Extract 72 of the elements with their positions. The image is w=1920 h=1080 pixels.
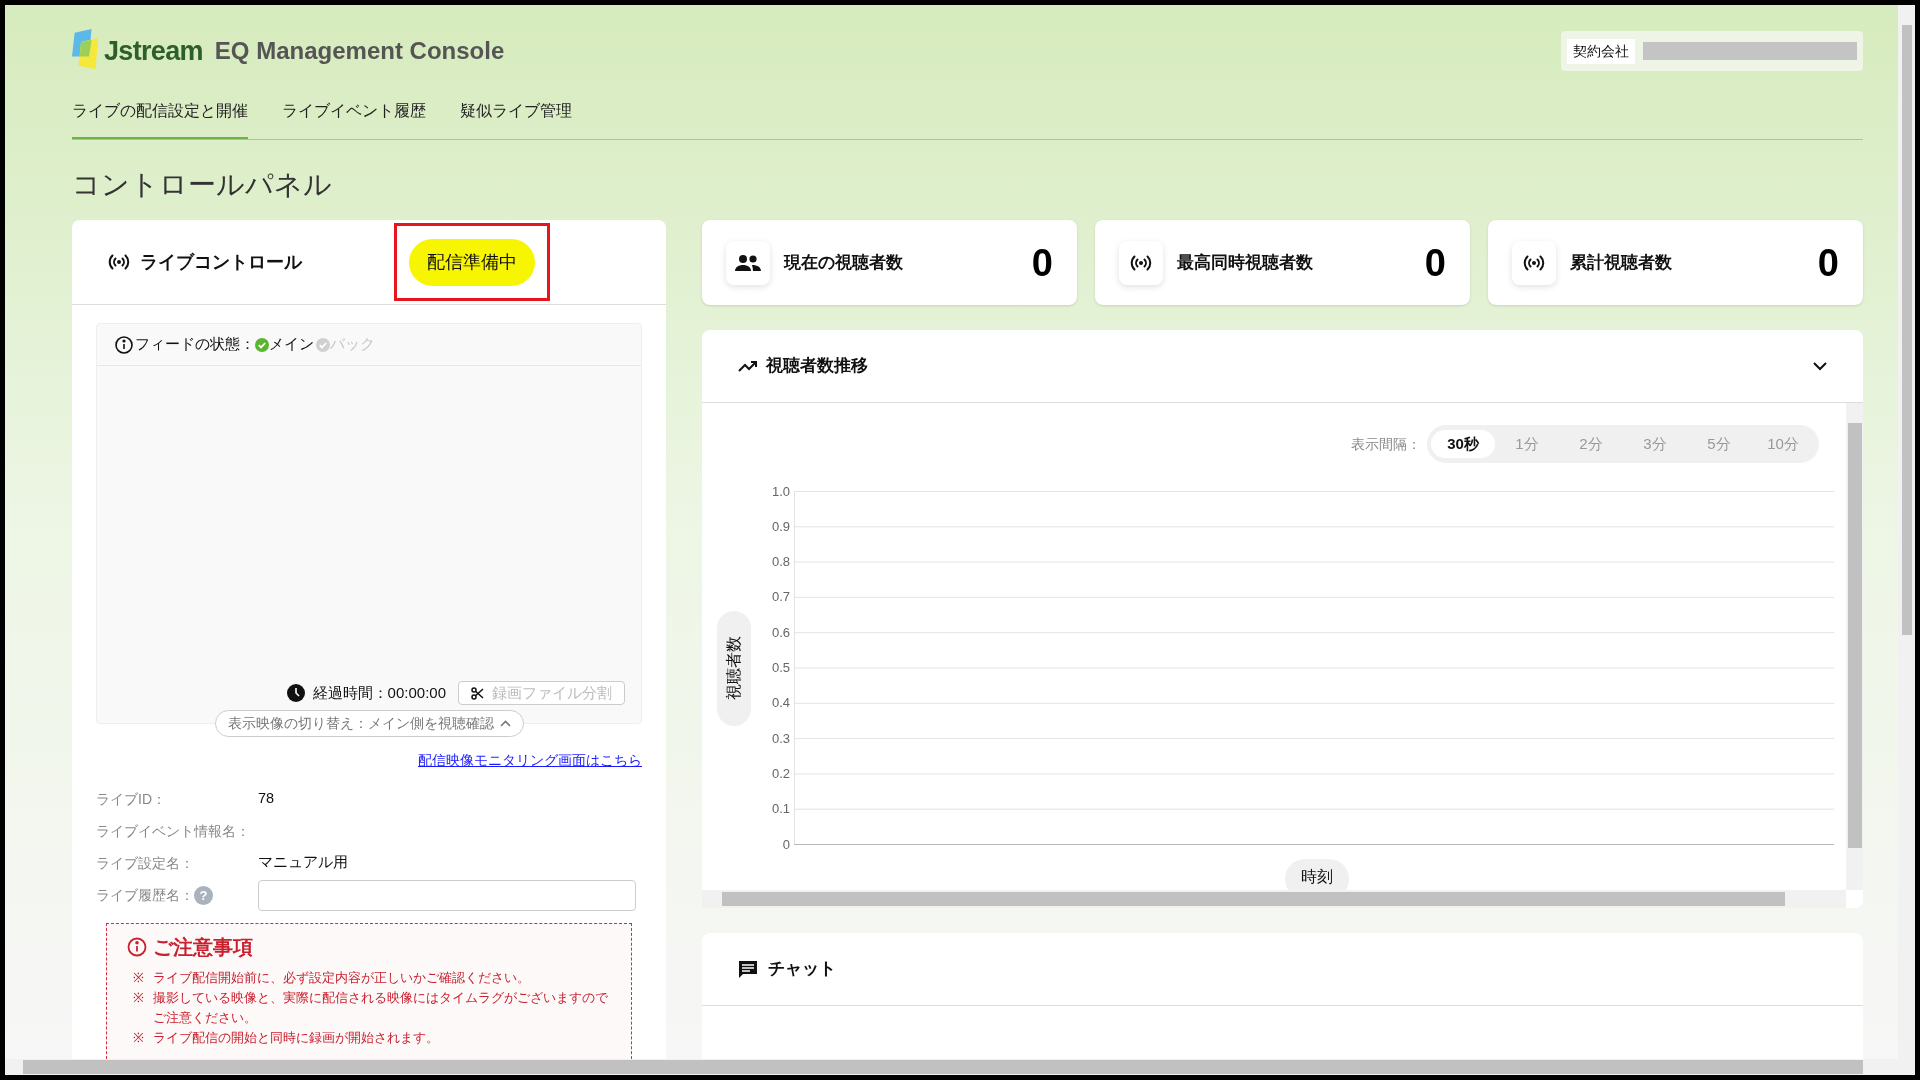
y-tick-label: 0.5: [771, 661, 790, 674]
note-text: ライブ配信開始前に、必ず設定内容が正しいかご確認ください。: [153, 969, 530, 987]
elapsed-time: 経過時間：00:00:00: [312, 682, 446, 703]
horizontal-scrollbar[interactable]: [702, 890, 1846, 908]
field-value: 78: [258, 789, 275, 809]
interval-label: 表示間隔：: [1351, 434, 1421, 454]
card-title: ライブコントロール: [140, 250, 302, 274]
note-mark: ※: [133, 989, 145, 1007]
stat-value: 0: [1817, 243, 1839, 282]
monitor-link[interactable]: 配信映像モニタリング画面はこちら: [418, 750, 642, 771]
info-icon: [127, 937, 147, 957]
card-title: チャット: [768, 958, 836, 981]
card-title: 視聴者数推移: [766, 355, 868, 378]
note-text: ライブ配信の開始と同時に録画が開始されます。: [153, 1029, 439, 1047]
stat-label: 最高同時視聴者数: [1177, 251, 1313, 274]
clock-icon: [286, 684, 305, 702]
y-tick-label: 0.9: [771, 519, 790, 533]
stat-label: 現在の視聴者数: [784, 251, 903, 274]
y-tick-label: 0.3: [771, 731, 790, 745]
stat-value: 0: [1424, 243, 1446, 282]
field-label: ライブ履歴名：: [96, 885, 194, 905]
feed-label: フィードの状態：: [135, 334, 255, 355]
broadcast-icon: [1523, 254, 1545, 271]
history-name-field[interactable]: [258, 879, 636, 911]
page-title: コントロールパネル: [72, 168, 333, 202]
app-title: EQ Management Console: [214, 36, 505, 66]
interval-option[interactable]: 5分: [1687, 430, 1751, 458]
contract-label: 契約会社: [1567, 38, 1635, 64]
interval-option[interactable]: 1分: [1495, 430, 1559, 458]
note-mark: ※: [133, 969, 145, 987]
page-vertical-scrollbar[interactable]: [1898, 5, 1915, 1075]
note-mark: ※: [133, 1029, 145, 1047]
field-label: ライブイベント情報名：: [96, 821, 250, 841]
note-text: 撮影している映像と、実際に配信される映像にはタイムラグがございますのでご注意ください。: [153, 989, 609, 1027]
nav-tab[interactable]: ライブイベント履歴: [282, 85, 426, 139]
nav-tab[interactable]: 疑似ライブ管理: [460, 85, 572, 139]
field-label: ライブID：: [96, 789, 166, 809]
page-horizontal-scrollbar[interactable]: [5, 1059, 1898, 1075]
y-axis-title: 視聴者数: [724, 636, 743, 700]
chevron-down-icon[interactable]: [1813, 361, 1827, 371]
scissors-icon: [471, 686, 484, 700]
interval-option[interactable]: 10分: [1751, 430, 1815, 458]
y-tick-label: 0.1: [771, 802, 790, 816]
y-tick-label: 0.6: [771, 625, 790, 639]
people-icon: [735, 253, 761, 272]
trend-up-icon: [738, 360, 758, 372]
y-tick-label: 0.2: [771, 766, 790, 780]
interval-option[interactable]: 2分: [1559, 430, 1623, 458]
field-label: ライブ設定名：: [96, 853, 194, 873]
stat-value: 0: [1031, 243, 1053, 282]
status-badge: 配信準備中: [409, 238, 535, 286]
interval-option[interactable]: 3分: [1623, 430, 1687, 458]
view-toggle-button[interactable]: 表示映像の切り替え：メイン側を視聴確認: [214, 710, 524, 737]
y-tick-label: 1.0: [771, 484, 790, 498]
stat-label: 累計視聴者数: [1570, 251, 1672, 274]
interval-option[interactable]: 30秒: [1431, 430, 1495, 458]
broadcast-icon: [1130, 254, 1152, 271]
vertical-scrollbar[interactable]: [1846, 403, 1863, 890]
logo-text: Jstream: [104, 34, 203, 68]
nav-tab[interactable]: ライブの配信設定と開催: [72, 85, 248, 139]
chevron-up-icon: [499, 720, 511, 727]
field-value: マニュアル用: [258, 853, 348, 873]
feed-source: メイン: [269, 334, 314, 355]
chat-icon: [738, 959, 758, 979]
y-tick-label: 0.4: [771, 696, 790, 710]
logo[interactable]: Jstream: [72, 25, 203, 77]
broadcast-icon: [108, 254, 130, 270]
info-icon: [115, 335, 133, 354]
y-tick-label: 0: [782, 837, 790, 851]
notice-title: ご注意事項: [153, 935, 253, 960]
y-tick-label: 0.7: [771, 590, 790, 604]
y-tick-label: 0.8: [771, 555, 790, 569]
